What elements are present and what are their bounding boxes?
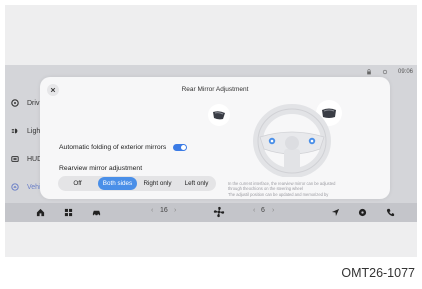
temp-right-increase[interactable]: › (272, 207, 274, 214)
option-right-only[interactable]: Right only (138, 177, 177, 190)
sidebar-item-label: Vehi (27, 183, 41, 191)
home-icon[interactable] (36, 208, 45, 217)
description-line: The adjustil position can be updated and… (228, 191, 329, 197)
rear-mirror-dialog: Rear Mirror Adjustment Automatic folding… (40, 77, 390, 199)
temp-right-value: 6 (261, 207, 265, 214)
temp-right-decrease[interactable]: ‹ (253, 207, 255, 214)
description-text: In the current interface, the rearview m… (228, 181, 378, 197)
temp-left-value: 16 (160, 207, 168, 214)
vehicle-icon (11, 183, 19, 191)
apps-grid-icon[interactable] (64, 208, 73, 217)
temp-left-decrease[interactable]: ‹ (151, 207, 153, 214)
dialog-title: Rear Mirror Adjustment (181, 86, 249, 93)
mirror-option-segmented: Off Both sides Right only Left only (58, 176, 216, 191)
infotainment-screen: 09:06 Driv Ligh HUD Vehi Rear Mirror Adj… (5, 65, 417, 222)
status-bar: 09:06 (366, 69, 413, 75)
clock: 09:06 (397, 69, 413, 75)
auto-fold-row: Automatic folding of exterior mirrors (59, 144, 188, 151)
sidebar-item-label: Driv (27, 99, 40, 107)
steering-icon (11, 99, 19, 107)
car-icon[interactable] (92, 208, 101, 217)
left-mirror-icon (213, 111, 225, 120)
phone-icon[interactable] (386, 208, 395, 217)
lock-icon (367, 69, 371, 75)
signal-icon (382, 69, 388, 75)
auto-fold-toggle[interactable] (173, 144, 188, 151)
option-left-only[interactable]: Left only (177, 177, 216, 190)
sidebar-item-label: Ligh (27, 127, 41, 135)
left-mirror-image (208, 104, 230, 126)
navigation-icon[interactable] (331, 208, 340, 217)
bottom-dock: ‹ 16 › ‹ 6 › (5, 203, 417, 222)
hud-icon (11, 156, 19, 162)
media-icon[interactable] (358, 208, 367, 217)
steering-wheel-illustration (253, 104, 331, 177)
figure-caption: OMT26-1077 (341, 266, 415, 280)
fan-icon[interactable] (212, 205, 226, 219)
option-off[interactable]: Off (58, 177, 97, 190)
option-both-sides[interactable]: Both sides (98, 177, 137, 190)
mirror-adjust-title: Rearview mirror adjustment (59, 165, 143, 172)
auto-fold-label: Automatic folding of exterior mirrors (59, 144, 167, 151)
temp-left-increase[interactable]: › (174, 207, 176, 214)
headlight-icon (11, 128, 18, 134)
